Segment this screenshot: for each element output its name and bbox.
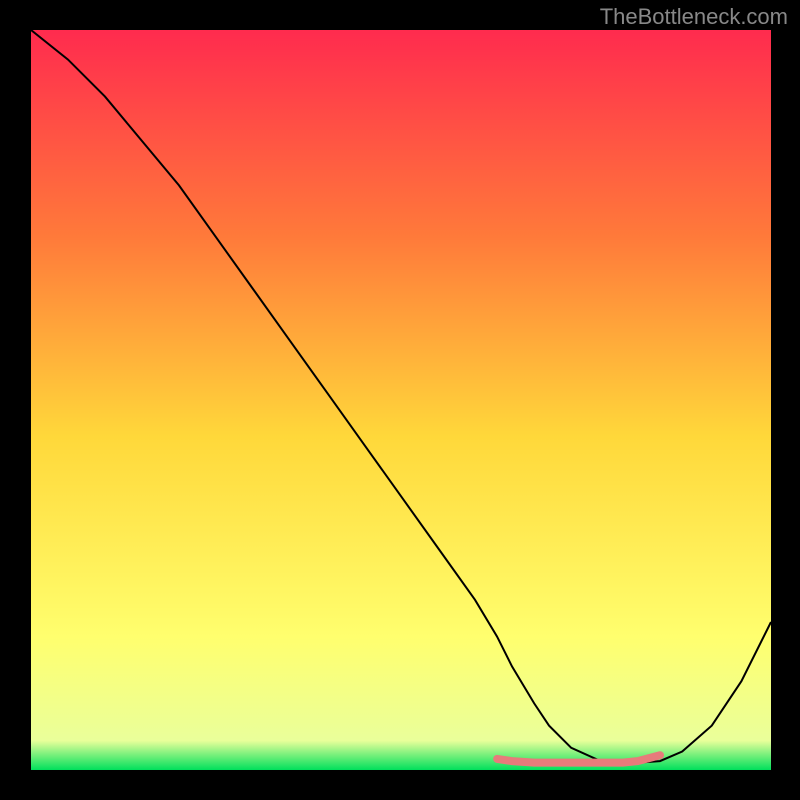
chart-canvas: [31, 30, 771, 770]
watermark-text: TheBottleneck.com: [600, 4, 788, 30]
chart-svg: [31, 30, 771, 770]
